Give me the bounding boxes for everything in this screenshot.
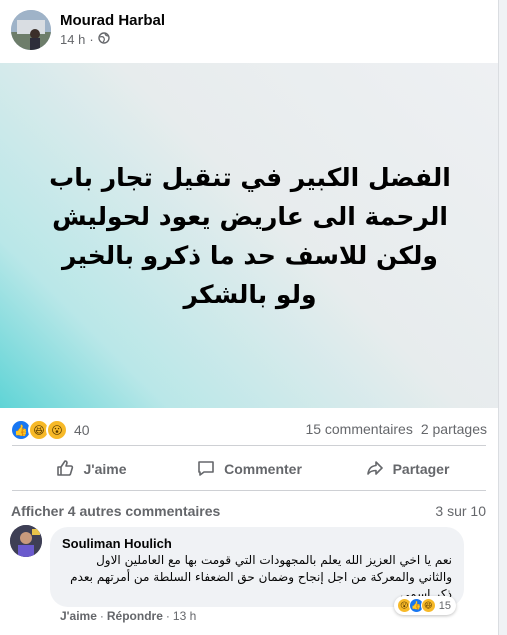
comment-reply-link[interactable]: Répondre	[107, 609, 163, 623]
comment-reactions[interactable]: 😮 👍 😆 15	[393, 596, 456, 615]
thumbs-up-icon	[55, 458, 75, 481]
divider	[12, 490, 486, 491]
post-card: Mourad Harbal 14 h · الفضل الكبير في تنق…	[0, 0, 499, 635]
post-background-banner: الفضل الكبير في تنقيل تجار باب الرحمة ال…	[0, 63, 498, 408]
like-label: J'aime	[83, 461, 127, 477]
divider	[12, 445, 486, 446]
comments-pager: 3 sur 10	[435, 503, 486, 519]
comment-time[interactable]: 13 h	[173, 609, 196, 623]
post-action-bar: J'aime Commenter Partager	[12, 452, 486, 486]
comment-bubble: Souliman Houlich نعم يا اخي العزيز الله …	[50, 527, 464, 615]
share-label: Partager	[392, 461, 450, 477]
share-icon	[365, 458, 385, 481]
comment-actions: J'aime · Répondre · 13 h	[60, 609, 196, 623]
comments-count-link[interactable]: 15 commentaires	[305, 421, 412, 437]
post-time[interactable]: 14 h	[60, 32, 85, 47]
comment-reaction-count: 15	[438, 599, 451, 612]
engagement-counts: 15 commentaires 2 partages	[305, 421, 487, 437]
comment-icon	[196, 458, 216, 481]
globe-icon	[97, 32, 110, 47]
comment-like-link[interactable]: J'aime	[60, 609, 97, 623]
shares-count-link[interactable]: 2 partages	[421, 421, 487, 437]
comment-actions-separator: ·	[165, 609, 170, 623]
reaction-count: 40	[74, 422, 90, 438]
post-meta: 14 h ·	[60, 32, 110, 47]
commenter-avatar[interactable]	[10, 525, 42, 557]
share-button[interactable]: Partager	[328, 452, 486, 486]
like-button[interactable]: J'aime	[12, 452, 170, 486]
meta-separator: ·	[89, 32, 94, 47]
commenter-name[interactable]: Souliman Houlich	[62, 536, 172, 551]
author-avatar[interactable]	[11, 10, 51, 50]
post-text: الفضل الكبير في تنقيل تجار باب الرحمة ال…	[49, 162, 451, 309]
reactions-summary[interactable]: 👍 😆 😮 40	[10, 419, 90, 441]
wow-icon: 😮	[46, 419, 68, 441]
comment-text: نعم يا اخي العزيز الله يعلم بالمجهودات ا…	[70, 553, 452, 601]
comment-button[interactable]: Commenter	[170, 452, 328, 486]
comment-label: Commenter	[224, 461, 302, 477]
author-name[interactable]: Mourad Harbal	[60, 12, 165, 29]
haha-icon: 😆	[420, 598, 436, 613]
show-more-comments-link[interactable]: Afficher 4 autres commentaires	[11, 503, 220, 519]
comment-actions-separator: ·	[99, 609, 104, 623]
